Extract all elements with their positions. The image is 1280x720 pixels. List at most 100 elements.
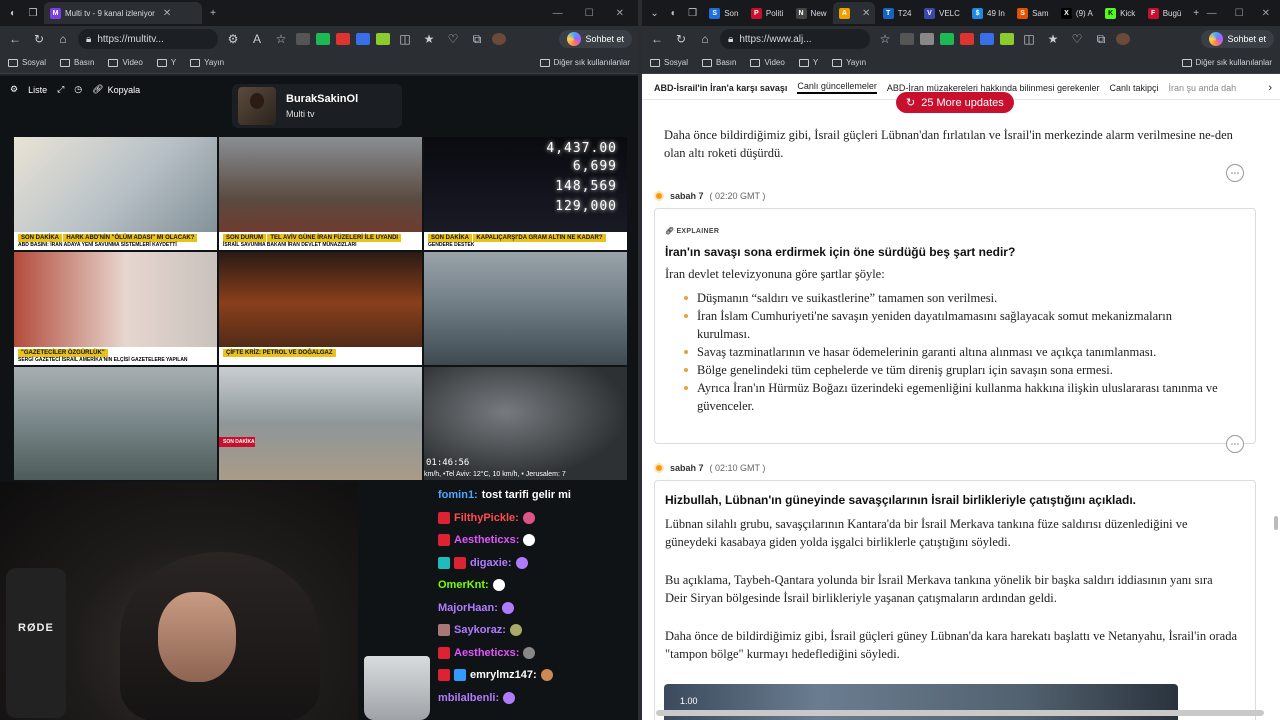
- chat-username[interactable]: Aestheticxs:: [454, 534, 519, 546]
- split-screen-icon[interactable]: ◫: [1020, 32, 1038, 46]
- video-cell-split[interactable]: SON DAKİKA: [219, 367, 422, 480]
- extension-red-icon[interactable]: [960, 33, 974, 45]
- bookmark-folder[interactable]: Yayın: [832, 58, 866, 67]
- workspaces-icon[interactable]: ❒: [24, 4, 42, 22]
- share-icon[interactable]: ⋯: [1226, 164, 1244, 182]
- bookmark-folder[interactable]: Basın: [60, 58, 94, 67]
- read-aloud-icon[interactable]: A: [248, 32, 266, 46]
- nav-topic-title[interactable]: ABD-İsrail'in İran'a karşı savaşı: [654, 83, 787, 93]
- vertical-scrollbar[interactable]: [1274, 176, 1278, 716]
- chat-username[interactable]: fomin1:: [438, 489, 478, 501]
- new-tab-icon[interactable]: +: [204, 4, 222, 22]
- back-icon[interactable]: ←: [648, 32, 666, 46]
- nav-live-tracker[interactable]: Canlı takipçi: [1110, 83, 1159, 93]
- extension-green-icon[interactable]: [316, 33, 330, 45]
- profile-icon[interactable]: ◐: [665, 4, 682, 22]
- close-window-icon[interactable]: ✕: [616, 8, 624, 19]
- chat-username[interactable]: emrylmz147:: [470, 669, 537, 681]
- extension-green-icon[interactable]: [940, 33, 954, 45]
- timer-button[interactable]: ◷: [74, 84, 82, 95]
- video-cell-protest[interactable]: "GAZETECİLER ÖZGÜRLÜK" SERGİ GAZETECİ İS…: [14, 252, 217, 365]
- extension-icon[interactable]: [920, 33, 934, 45]
- channel-card[interactable]: BurakSakinOl Multi tv: [232, 84, 402, 128]
- home-icon[interactable]: ⌂: [696, 32, 714, 46]
- video-cell-weathercam[interactable]: 01:46:56 km/h, •Tel Aviv: 12°C, 10 km/h,…: [424, 367, 627, 480]
- chat-username[interactable]: mbilalbenli:: [438, 692, 499, 704]
- chat-username[interactable]: Aestheticxs:: [454, 647, 519, 659]
- split-screen-icon[interactable]: ◫: [396, 32, 414, 46]
- copilot-chat-button[interactable]: Sohbet et: [1201, 30, 1274, 48]
- new-tab-icon[interactable]: +: [1188, 4, 1205, 22]
- bookmark-folder[interactable]: Y: [156, 58, 176, 67]
- extensions-icon[interactable]: ⧉: [1092, 32, 1110, 47]
- other-favorites[interactable]: Diğer sık kullanılanlar: [1181, 58, 1272, 67]
- tab[interactable]: F Bugü: [1142, 2, 1186, 24]
- nav-more[interactable]: İran şu anda dah: [1169, 83, 1237, 93]
- home-icon[interactable]: ⌂: [54, 32, 72, 46]
- tab[interactable]: N New: [790, 2, 831, 24]
- tab[interactable]: K Kick: [1099, 2, 1140, 24]
- chat-username[interactable]: OmerKnt:: [438, 579, 489, 591]
- bookmark-folder[interactable]: Sosyal: [8, 58, 46, 67]
- tab[interactable]: P Politi: [745, 2, 788, 24]
- close-tab-icon[interactable]: ✕: [862, 8, 870, 19]
- bookmark-folder[interactable]: Video: [750, 58, 785, 67]
- minimize-icon[interactable]: —: [1207, 8, 1217, 19]
- tab[interactable]: S Sam: [1011, 2, 1053, 24]
- chat-username[interactable]: FilthyPickle:: [454, 512, 519, 524]
- bookmark-folder[interactable]: Y: [798, 58, 818, 67]
- favorites-icon[interactable]: ★: [1044, 32, 1062, 46]
- favorite-star-icon[interactable]: ☆: [272, 32, 290, 46]
- other-favorites[interactable]: Diğer sık kullanılanlar: [539, 58, 630, 67]
- list-button[interactable]: Liste: [28, 85, 47, 95]
- extension-lime-icon[interactable]: [376, 33, 390, 45]
- video-cell-map[interactable]: SON DAKİKA HARK ABD'NİN "ÖLÜM ADASI" MI …: [14, 137, 217, 250]
- extensions-icon[interactable]: ⧉: [468, 32, 486, 47]
- tab-aljazeera[interactable]: A ✕: [832, 2, 875, 24]
- extension-icon[interactable]: [296, 33, 310, 45]
- address-bar[interactable]: 🔒︎ https://multitv...: [78, 29, 218, 49]
- site-settings-icon[interactable]: ⚙: [224, 32, 242, 46]
- back-icon[interactable]: ←: [6, 32, 24, 46]
- chat-username[interactable]: digaxie:: [470, 557, 512, 569]
- tab[interactable]: T T24: [877, 2, 916, 24]
- settings-button[interactable]: ⚙: [10, 84, 18, 95]
- chevron-right-icon[interactable]: ›: [1268, 82, 1280, 94]
- close-tab-icon[interactable]: ✕: [163, 8, 171, 19]
- more-updates-button[interactable]: ↻ 25 More updates: [896, 92, 1014, 113]
- tab[interactable]: X (9) A: [1055, 2, 1097, 24]
- extension-red-icon[interactable]: [336, 33, 350, 45]
- extension-lime-icon[interactable]: [1000, 33, 1014, 45]
- close-window-icon[interactable]: ✕: [1262, 8, 1270, 19]
- maximize-icon[interactable]: ☐: [585, 8, 594, 19]
- minimize-icon[interactable]: —: [553, 8, 563, 19]
- nav-explainer[interactable]: ABD-İran müzakereleri hakkında bilinmesi…: [887, 83, 1100, 93]
- extension-blue-icon[interactable]: [980, 33, 994, 45]
- video-cell-stocks[interactable]: 4,437.00 6,699 148,569 129,000 SON DAKİK…: [424, 137, 627, 250]
- bookmark-folder[interactable]: Sosyal: [650, 58, 688, 67]
- video-cell-refinery[interactable]: ÇİFTE KRİZ: PETROL VE DOĞALGAZ: [219, 252, 422, 365]
- chat-username[interactable]: Saykoraz:: [454, 624, 506, 636]
- maximize-icon[interactable]: ☐: [1235, 8, 1244, 19]
- profile-avatar[interactable]: [1116, 33, 1130, 45]
- tab-multitv[interactable]: M Multi tv - 9 kanal izleniyor ✕: [44, 2, 202, 24]
- collections-icon[interactable]: ♡: [1068, 32, 1086, 46]
- profile-icon[interactable]: ◐: [4, 4, 22, 22]
- chevron-down-icon[interactable]: ⌄: [646, 4, 663, 22]
- nav-live-updates[interactable]: Canlı güncellemeler: [797, 81, 877, 94]
- share-icon[interactable]: ⋯: [1226, 435, 1244, 453]
- workspaces-icon[interactable]: ❒: [684, 4, 701, 22]
- copy-button[interactable]: 🔗︎ Kopyala: [92, 84, 140, 95]
- horizontal-scrollbar[interactable]: [646, 710, 1274, 716]
- scroll-thumb[interactable]: [656, 710, 1264, 716]
- bookmark-folder[interactable]: Yayın: [190, 58, 224, 67]
- scroll-thumb[interactable]: [1274, 516, 1278, 530]
- favorite-star-icon[interactable]: ☆: [876, 32, 894, 46]
- fullscreen-button[interactable]: ⤢: [57, 84, 64, 95]
- tab[interactable]: V VELC: [918, 2, 964, 24]
- extension-blue-icon[interactable]: [356, 33, 370, 45]
- collections-icon[interactable]: ♡: [444, 32, 462, 46]
- chat-username[interactable]: MajorHaan:: [438, 602, 498, 614]
- favorites-icon[interactable]: ★: [420, 32, 438, 46]
- video-cell-city[interactable]: [14, 367, 217, 480]
